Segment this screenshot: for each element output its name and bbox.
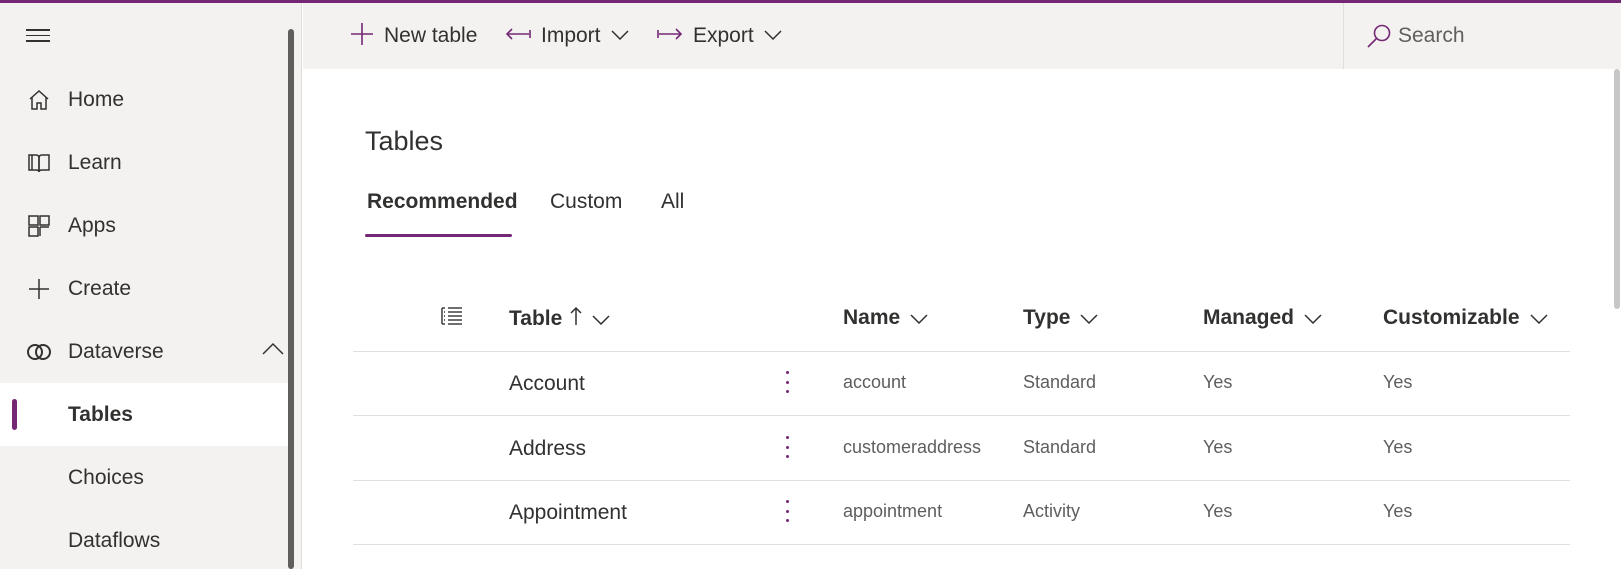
sidebar-item-home[interactable]: Home: [0, 68, 288, 131]
sidebar-item-tables[interactable]: Tables: [0, 383, 288, 446]
column-header-label: Type: [1023, 306, 1071, 329]
cell-name: customeraddress: [843, 437, 982, 457]
header-divider: [353, 351, 1570, 352]
import-arrow-icon: [505, 27, 531, 46]
cell-type: Standard: [1023, 372, 1097, 392]
sidebar-item-dataverse[interactable]: Dataverse: [0, 320, 288, 383]
chevron-down-icon: [764, 27, 782, 45]
cell-customizable: Yes: [1383, 437, 1413, 457]
dataverse-icon: [26, 339, 52, 365]
column-header-table[interactable]: Table: [509, 306, 610, 332]
cell-managed: Yes: [1203, 372, 1233, 392]
row-divider: [353, 544, 1570, 545]
selected-tab-indicator: [365, 234, 512, 237]
new-table-label: New table: [384, 24, 478, 47]
search-input[interactable]: [1398, 20, 1598, 52]
plus-icon: [350, 22, 374, 51]
cell-managed: Yes: [1203, 437, 1233, 457]
hamburger-menu-icon[interactable]: [26, 29, 52, 45]
column-header-name[interactable]: Name: [843, 306, 928, 330]
command-bar: New table Import Export: [303, 3, 1621, 69]
import-button[interactable]: Import: [505, 3, 629, 69]
sidebar-item-label: Choices: [68, 465, 144, 489]
search-icon: [1366, 23, 1392, 54]
sidebar-item-label: Home: [68, 87, 125, 111]
more-options-icon[interactable]: [782, 368, 792, 396]
export-label: Export: [693, 24, 754, 47]
column-header-label: Name: [843, 306, 901, 329]
export-arrow-icon: [657, 27, 683, 46]
sidebar-scrollbar[interactable]: [288, 29, 294, 569]
column-header-label: Table: [509, 307, 563, 330]
more-options-icon[interactable]: [782, 497, 792, 525]
cell-managed: Yes: [1203, 501, 1233, 521]
book-icon: [26, 150, 52, 176]
more-options-icon[interactable]: [782, 433, 792, 461]
row-divider: [353, 480, 1570, 481]
chevron-down-icon: [592, 307, 610, 331]
column-header-customizable[interactable]: Customizable: [1383, 306, 1548, 330]
sidebar-scrollbar-thumb[interactable]: [288, 29, 294, 569]
page-scrollbar[interactable]: [1614, 69, 1620, 309]
column-header-label: Customizable: [1383, 306, 1520, 329]
row-divider: [353, 415, 1570, 416]
tab-all[interactable]: All: [661, 190, 684, 214]
cell-name: account: [843, 372, 907, 392]
plus-icon: [26, 276, 52, 302]
column-options-icon[interactable]: [441, 306, 463, 326]
left-navigation: Home Learn Apps Create Dataverse Tables …: [0, 3, 302, 569]
cell-customizable: Yes: [1383, 372, 1413, 392]
import-label: Import: [541, 24, 601, 47]
cell-name: appointment: [843, 501, 943, 521]
sidebar-item-label: Dataverse: [68, 339, 164, 363]
sort-ascending-icon: [570, 306, 582, 332]
sidebar-item-label: Apps: [68, 213, 116, 237]
sidebar-item-apps[interactable]: Apps: [0, 194, 288, 257]
cell-table[interactable]: Account: [509, 372, 585, 396]
home-icon: [26, 87, 52, 113]
column-header-type[interactable]: Type: [1023, 306, 1098, 330]
chevron-down-icon: [910, 306, 928, 330]
chevron-down-icon: [1080, 306, 1098, 330]
cell-table[interactable]: Address: [509, 437, 586, 461]
sidebar-item-label: Create: [68, 276, 132, 300]
chevron-down-icon: [1530, 306, 1548, 330]
new-table-button[interactable]: New table: [350, 3, 477, 69]
sidebar-item-dataflows[interactable]: Dataflows: [0, 509, 288, 569]
sidebar-item-label: Tables: [68, 402, 133, 426]
apps-icon: [26, 213, 52, 239]
column-header-label: Managed: [1203, 306, 1295, 329]
sidebar-item-choices[interactable]: Choices: [0, 446, 288, 509]
sidebar-item-create[interactable]: Create: [0, 257, 288, 320]
tab-custom[interactable]: Custom: [550, 190, 622, 214]
sidebar-item-learn[interactable]: Learn: [0, 131, 288, 194]
cell-type: Activity: [1023, 501, 1081, 521]
search-box[interactable]: [1343, 3, 1621, 69]
chevron-up-icon[interactable]: [262, 342, 284, 362]
sidebar-item-label: Dataflows: [68, 528, 161, 552]
cell-table[interactable]: Appointment: [509, 501, 627, 525]
chevron-down-icon: [610, 27, 629, 45]
cell-customizable: Yes: [1383, 501, 1413, 521]
column-header-managed[interactable]: Managed: [1203, 306, 1322, 330]
sidebar-item-label: Learn: [68, 150, 122, 174]
export-button[interactable]: Export: [657, 3, 782, 69]
tab-recommended[interactable]: Recommended: [367, 190, 518, 214]
page-title: Tables: [365, 126, 444, 156]
cell-type: Standard: [1023, 437, 1097, 457]
chevron-down-icon: [1304, 306, 1322, 330]
active-indicator: [12, 399, 17, 430]
